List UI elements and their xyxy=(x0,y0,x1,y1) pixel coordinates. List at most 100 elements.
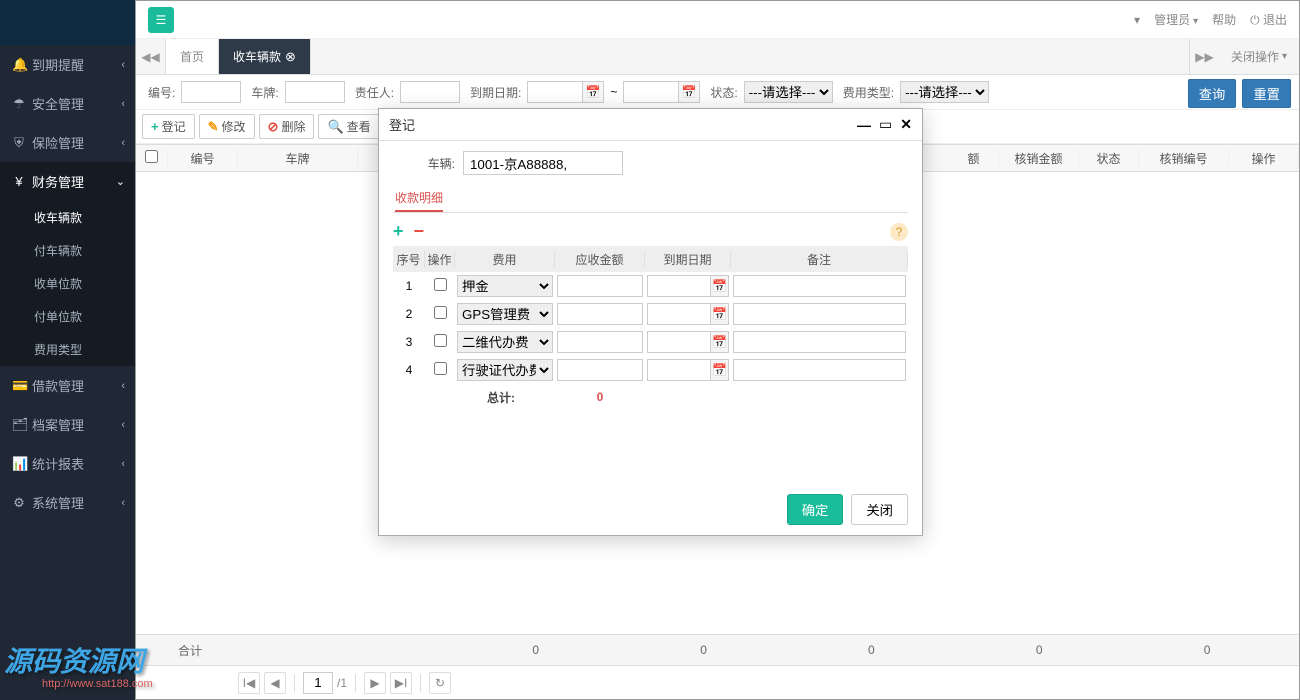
fee-select[interactable]: 二维代办费 xyxy=(457,331,553,353)
col-ver-code[interactable]: 核销编号 xyxy=(1139,150,1229,167)
reset-button[interactable]: 重置 xyxy=(1242,79,1291,108)
detail-row: 1 押金 📅 xyxy=(393,272,908,300)
ok-button[interactable]: 确定 xyxy=(787,494,844,525)
col-amt: 应收金额 xyxy=(555,251,645,268)
sidebar-sub-item[interactable]: 收单位款 xyxy=(0,267,135,300)
cancel-button[interactable]: 关闭 xyxy=(851,494,908,525)
detail-remove-button[interactable]: − xyxy=(414,221,425,242)
row-checkbox[interactable] xyxy=(434,278,447,291)
owner-label: 责任人: xyxy=(355,84,394,101)
select-all-checkbox[interactable] xyxy=(145,150,158,163)
col-ver-amount[interactable]: 核销金额 xyxy=(999,150,1079,167)
row-checkbox[interactable] xyxy=(434,306,447,319)
sidebar-item[interactable]: 🔔到期提醒‹ xyxy=(0,45,135,84)
pager-prev[interactable]: ◀ xyxy=(264,672,286,694)
amount-input[interactable] xyxy=(557,359,643,381)
plate-input[interactable] xyxy=(285,81,345,103)
view-button[interactable]: 🔍查看 xyxy=(318,114,379,139)
date-picker-button[interactable]: 📅 xyxy=(710,331,729,353)
col-plate[interactable]: 车牌 xyxy=(238,150,358,167)
maximize-icon: ▭ xyxy=(879,116,892,132)
sidebar-item[interactable]: ⛨保险管理‹ xyxy=(0,123,135,162)
fee-select[interactable]: 押金 xyxy=(457,275,553,297)
amount-input[interactable] xyxy=(557,331,643,353)
col-amount[interactable]: 额 xyxy=(949,150,999,167)
amount-input[interactable] xyxy=(557,275,643,297)
sidebar-item[interactable]: ¥财务管理⌄ xyxy=(0,162,135,201)
note-input[interactable] xyxy=(733,359,906,381)
row-checkbox[interactable] xyxy=(434,362,447,375)
detail-add-button[interactable]: + xyxy=(393,221,404,242)
note-input[interactable] xyxy=(733,331,906,353)
due-date-input[interactable] xyxy=(647,359,710,381)
owner-input[interactable] xyxy=(400,81,460,103)
tabs-scroll-left[interactable]: ◀◀ xyxy=(136,39,166,74)
col-code[interactable]: 编号 xyxy=(168,150,238,167)
modal-close-button[interactable]: ✕ xyxy=(900,116,912,133)
date-picker-button[interactable]: 📅 xyxy=(710,275,729,297)
vehicle-input[interactable] xyxy=(463,151,623,175)
add-button[interactable]: +登记 xyxy=(142,114,195,139)
col-date: 到期日期 xyxy=(645,251,731,268)
hamburger-button[interactable]: ☰ xyxy=(148,7,174,33)
note-input[interactable] xyxy=(733,275,906,297)
col-status[interactable]: 状态 xyxy=(1079,150,1139,167)
sidebar-sub-item[interactable]: 付车辆款 xyxy=(0,234,135,267)
edit-button[interactable]: ✎修改 xyxy=(199,114,255,139)
code-input[interactable] xyxy=(181,81,241,103)
tabs-scroll-right[interactable]: ▶▶ xyxy=(1189,39,1219,74)
minus-icon: − xyxy=(414,221,425,241)
summary-val-5: 0 xyxy=(1123,643,1291,657)
col-ops[interactable]: 操作 xyxy=(1229,150,1299,167)
row-checkbox[interactable] xyxy=(434,334,447,347)
search-button[interactable]: 查询 xyxy=(1188,79,1237,108)
close-icon[interactable]: ⊗ xyxy=(285,49,296,65)
date-from-input[interactable] xyxy=(527,81,582,103)
pager-last[interactable]: ▶I xyxy=(390,672,412,694)
sidebar-item[interactable]: 📊统计报表‹ xyxy=(0,444,135,483)
ban-icon: ⊘ xyxy=(268,119,279,135)
sidebar-sub-item[interactable]: 付单位款 xyxy=(0,300,135,333)
sidebar-item[interactable]: ⚙系统管理‹ xyxy=(0,483,135,522)
maximize-button[interactable]: ▭ xyxy=(879,116,892,133)
status-select[interactable]: ---请选择--- xyxy=(744,81,833,103)
date-to-input[interactable] xyxy=(623,81,678,103)
sidebar-sub-item[interactable]: 收车辆款 xyxy=(0,201,135,234)
due-date-input[interactable] xyxy=(647,275,710,297)
sidebar-item[interactable]: ☂安全管理‹ xyxy=(0,84,135,123)
sidebar-item[interactable]: 💳借款管理‹ xyxy=(0,366,135,405)
sidebar-item[interactable]: 🗂档案管理‹ xyxy=(0,405,135,444)
tab-active[interactable]: 收车辆款 ⊗ xyxy=(219,39,311,74)
plus-icon: + xyxy=(393,221,404,241)
note-input[interactable] xyxy=(733,303,906,325)
admin-menu[interactable]: 管理员 xyxy=(1154,11,1198,28)
pager-next[interactable]: ▶ xyxy=(364,672,386,694)
chevron-down-icon: ⌄ xyxy=(116,175,125,188)
tab-home[interactable]: 首页 xyxy=(166,39,219,74)
feetype-select[interactable]: ---请选择--- xyxy=(900,81,989,103)
fee-select[interactable]: GPS管理费 xyxy=(457,303,553,325)
detail-help-button[interactable]: ? xyxy=(890,223,908,241)
calendar-icon: 📅 xyxy=(712,279,727,293)
delete-button[interactable]: ⊘删除 xyxy=(259,114,315,139)
calendar-icon: 📅 xyxy=(712,335,727,349)
dropdown-caret[interactable]: ▾ xyxy=(1134,13,1140,27)
help-link[interactable]: 帮助 xyxy=(1212,11,1236,28)
date-picker-button[interactable]: 📅 xyxy=(710,359,729,381)
sidebar-sub-item[interactable]: 费用类型 xyxy=(0,333,135,366)
amount-input[interactable] xyxy=(557,303,643,325)
date-from-button[interactable]: 📅 xyxy=(582,81,604,103)
modal-header[interactable]: 登记 — ▭ ✕ xyxy=(379,109,922,141)
pager-first[interactable]: I◀ xyxy=(238,672,260,694)
page-input[interactable] xyxy=(303,672,333,694)
fee-select[interactable]: 行驶证代办费 xyxy=(457,359,553,381)
logout-link[interactable]: ⏻ 退出 xyxy=(1250,11,1287,28)
tabs-close-menu[interactable]: 关闭操作 xyxy=(1219,39,1299,74)
due-date-input[interactable] xyxy=(647,303,710,325)
row-idx: 1 xyxy=(393,279,425,293)
minimize-button[interactable]: — xyxy=(857,117,871,133)
pager-refresh[interactable]: ↻ xyxy=(429,672,451,694)
date-picker-button[interactable]: 📅 xyxy=(710,303,729,325)
due-date-input[interactable] xyxy=(647,331,710,353)
date-to-button[interactable]: 📅 xyxy=(678,81,700,103)
